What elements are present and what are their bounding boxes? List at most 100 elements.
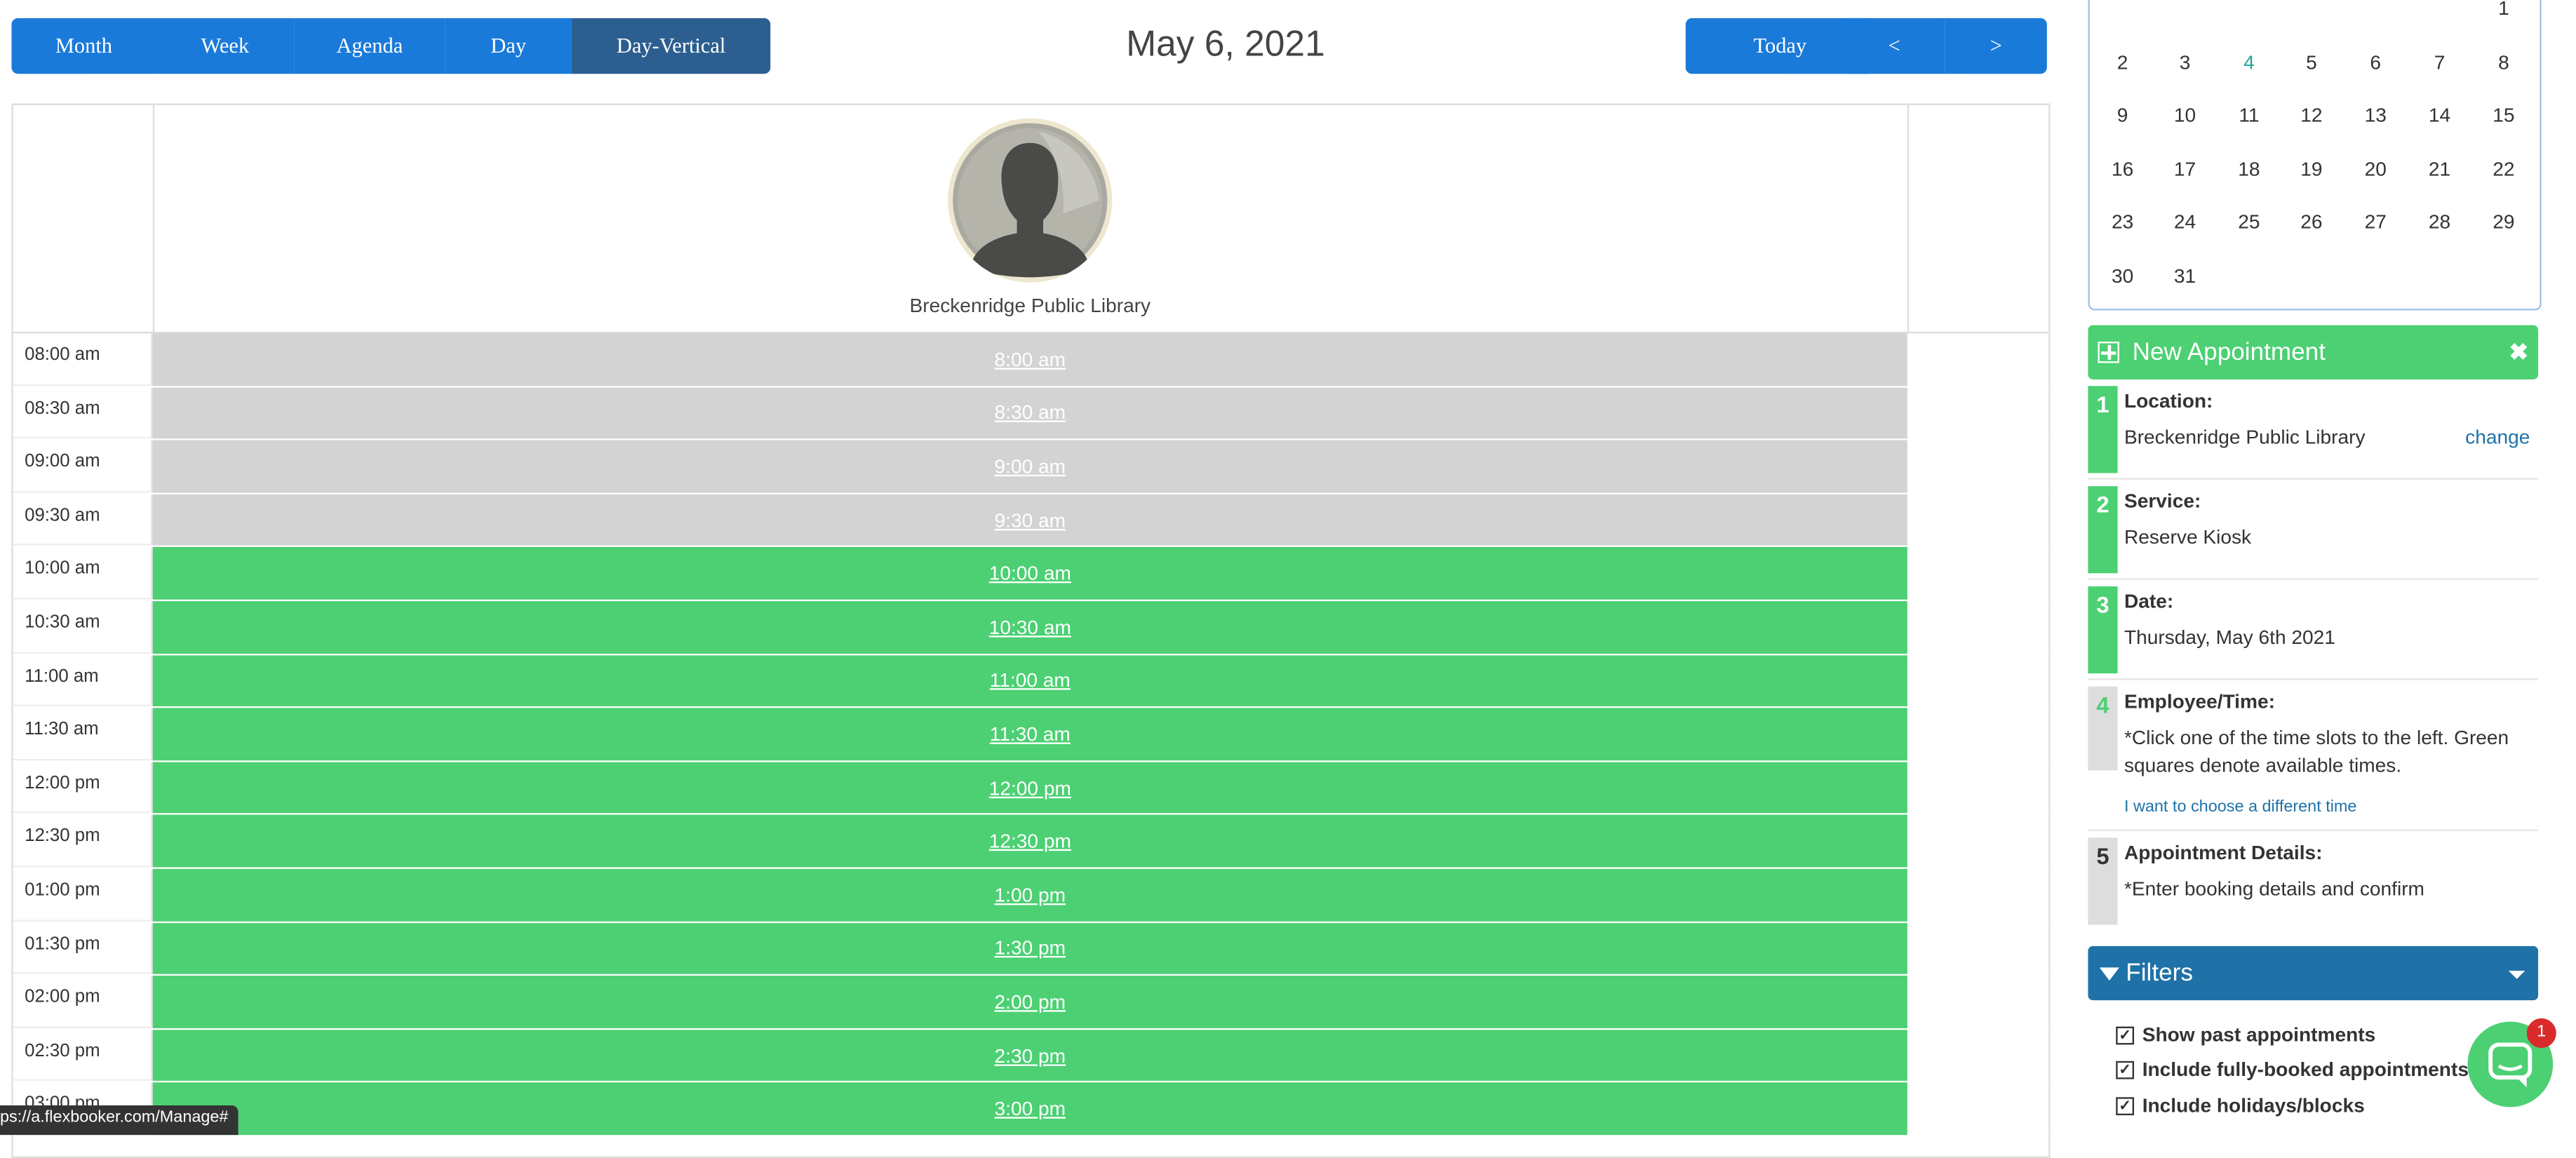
- step-number: 2: [2088, 486, 2118, 574]
- unavailable-time-slot[interactable]: 9:30 am: [152, 494, 1907, 546]
- mini-calendar-day[interactable]: 21: [2410, 157, 2469, 180]
- filter-fully-booked[interactable]: ✓ Include fully-booked appointments: [2116, 1058, 2469, 1081]
- step-value: *Enter booking details and confirm: [2124, 877, 2424, 901]
- time-row: 01:30 pm 1:30 pm: [13, 922, 2049, 976]
- time-label: 11:00 am: [13, 654, 153, 707]
- view-day-vertical-button[interactable]: Day-Vertical: [571, 18, 771, 74]
- mini-calendar-day[interactable]: 4: [2220, 50, 2279, 73]
- status-bar-url: ps://a.flexbooker.com/Manage#: [0, 1105, 239, 1136]
- available-time-slot[interactable]: 12:00 pm: [152, 762, 1907, 814]
- mini-calendar-day[interactable]: 16: [2093, 157, 2152, 180]
- mini-calendar-day[interactable]: 22: [2474, 157, 2533, 180]
- checkbox-checked-icon: ✓: [2116, 1096, 2134, 1115]
- mini-calendar-day[interactable]: 3: [2155, 50, 2214, 73]
- available-time-slot[interactable]: 1:00 pm: [152, 868, 1907, 921]
- available-time-slot[interactable]: 11:00 am: [152, 654, 1907, 707]
- choose-different-time-link[interactable]: I want to choose a different time: [2124, 798, 2357, 816]
- mini-calendar-day[interactable]: 29: [2474, 210, 2533, 234]
- mini-calendar-day[interactable]: 30: [2093, 264, 2152, 287]
- filters-header[interactable]: Filters: [2088, 945, 2539, 1001]
- available-time-slot[interactable]: 10:00 am: [152, 547, 1907, 600]
- time-label: 10:30 am: [13, 601, 153, 654]
- available-time-slot[interactable]: 11:30 am: [152, 708, 1907, 760]
- calendar-title: May 6, 2021: [1126, 22, 1325, 65]
- view-day-button[interactable]: Day: [445, 18, 572, 74]
- new-appointment-panel: New Appointment ✖ 1 Location: Breckenrid…: [2088, 325, 2539, 930]
- resource-header: Breckenridge Public Library: [13, 105, 2051, 334]
- person-silhouette-icon: [953, 123, 1108, 278]
- step-label: Date:: [2124, 589, 2174, 613]
- time-row: 08:30 am 8:30 am: [13, 386, 2049, 441]
- step-value: Reserve Kiosk: [2124, 525, 2252, 549]
- mini-calendar-day[interactable]: 18: [2220, 157, 2279, 180]
- available-time-slot[interactable]: 2:00 pm: [152, 976, 1907, 1028]
- available-time-slot[interactable]: 1:30 pm: [152, 922, 1907, 974]
- view-agenda-button[interactable]: Agenda: [294, 18, 445, 74]
- step-service: 2 Service: Reserve Kiosk: [2088, 480, 2539, 580]
- prev-button[interactable]: <: [1843, 18, 1945, 74]
- time-label: 12:00 pm: [13, 762, 153, 814]
- unavailable-time-slot[interactable]: 8:00 am: [152, 333, 1907, 386]
- mini-calendar-day[interactable]: 28: [2410, 210, 2469, 234]
- step-value: Breckenridge Public Library: [2124, 425, 2366, 449]
- time-row: 12:00 pm 12:00 pm: [13, 762, 2049, 816]
- mini-calendar-day[interactable]: 25: [2220, 210, 2279, 234]
- close-icon[interactable]: ✖: [2509, 338, 2528, 366]
- time-label: 09:00 am: [13, 440, 153, 493]
- step-label: Appointment Details:: [2124, 841, 2323, 864]
- step-number: 5: [2088, 837, 2118, 925]
- change-location-link[interactable]: change: [2465, 426, 2530, 449]
- mini-calendar-day[interactable]: 19: [2282, 157, 2341, 180]
- mini-calendar-day[interactable]: 12: [2282, 104, 2341, 127]
- mini-calendar-day[interactable]: 15: [2474, 104, 2533, 127]
- time-label: 01:00 pm: [13, 868, 153, 921]
- time-label: 08:30 am: [13, 386, 153, 439]
- time-row: 11:30 am 11:30 am: [13, 708, 2049, 762]
- time-row: 10:00 am 10:00 am: [13, 547, 2049, 602]
- time-row: 02:30 pm 2:30 pm: [13, 1029, 2049, 1083]
- mini-calendar-day[interactable]: 14: [2410, 104, 2469, 127]
- mini-calendar-day[interactable]: 9: [2093, 104, 2152, 127]
- mini-calendar-day[interactable]: 10: [2155, 104, 2214, 127]
- step-date: 3 Date: Thursday, May 6th 2021: [2088, 580, 2539, 680]
- view-week-button[interactable]: Week: [156, 18, 295, 74]
- header-right-column: [1907, 105, 2051, 332]
- time-label: 11:30 am: [13, 708, 153, 760]
- day-vertical-grid: Breckenridge Public Library 08:00 am 8:00…: [11, 103, 2051, 1158]
- view-month-button[interactable]: Month: [11, 18, 156, 74]
- unavailable-time-slot[interactable]: 9:00 am: [152, 440, 1907, 493]
- filter-show-past[interactable]: ✓ Show past appointments: [2116, 1023, 2375, 1046]
- mini-calendar-day[interactable]: 6: [2346, 50, 2405, 73]
- mini-calendar-day[interactable]: 24: [2155, 210, 2214, 234]
- mini-calendar-day[interactable]: 17: [2155, 157, 2214, 180]
- time-label: 08:00 am: [13, 333, 153, 386]
- step-number: 1: [2088, 386, 2118, 473]
- view-switcher: Month Week Agenda Day Day-Vertical: [11, 18, 771, 74]
- step-label: Location:: [2124, 389, 2213, 412]
- unavailable-time-slot[interactable]: 8:30 am: [152, 386, 1907, 439]
- available-time-slot[interactable]: 2:30 pm: [152, 1029, 1907, 1082]
- mini-calendar-day[interactable]: 2: [2093, 50, 2152, 73]
- mini-calendar-day[interactable]: 1: [2474, 0, 2533, 20]
- time-label: 12:30 pm: [13, 815, 153, 868]
- filter-icon: [2099, 967, 2119, 980]
- time-row: 01:00 pm 1:00 pm: [13, 868, 2049, 922]
- mini-calendar-day[interactable]: 27: [2346, 210, 2405, 234]
- mini-calendar-day[interactable]: 20: [2346, 157, 2405, 180]
- next-button[interactable]: >: [1945, 18, 2047, 74]
- mini-calendar-day[interactable]: 5: [2282, 50, 2341, 73]
- mini-calendar-day[interactable]: 11: [2220, 104, 2279, 127]
- time-row: 09:30 am 9:30 am: [13, 494, 2049, 548]
- time-row: 11:00 am 11:00 am: [13, 654, 2049, 708]
- filter-holidays[interactable]: ✓ Include holidays/blocks: [2116, 1094, 2365, 1117]
- mini-calendar-day[interactable]: 31: [2155, 264, 2214, 287]
- mini-calendar-day[interactable]: 26: [2282, 210, 2341, 234]
- available-time-slot[interactable]: 12:30 pm: [152, 815, 1907, 868]
- available-time-slot[interactable]: 3:00 pm: [152, 1082, 1907, 1135]
- mini-calendar-day[interactable]: 23: [2093, 210, 2152, 234]
- mini-calendar-day[interactable]: 8: [2474, 50, 2533, 73]
- mini-calendar-day[interactable]: 7: [2410, 50, 2469, 73]
- available-time-slot[interactable]: 10:30 am: [152, 601, 1907, 654]
- new-appointment-header: New Appointment ✖: [2088, 325, 2539, 379]
- mini-calendar-day[interactable]: 13: [2346, 104, 2405, 127]
